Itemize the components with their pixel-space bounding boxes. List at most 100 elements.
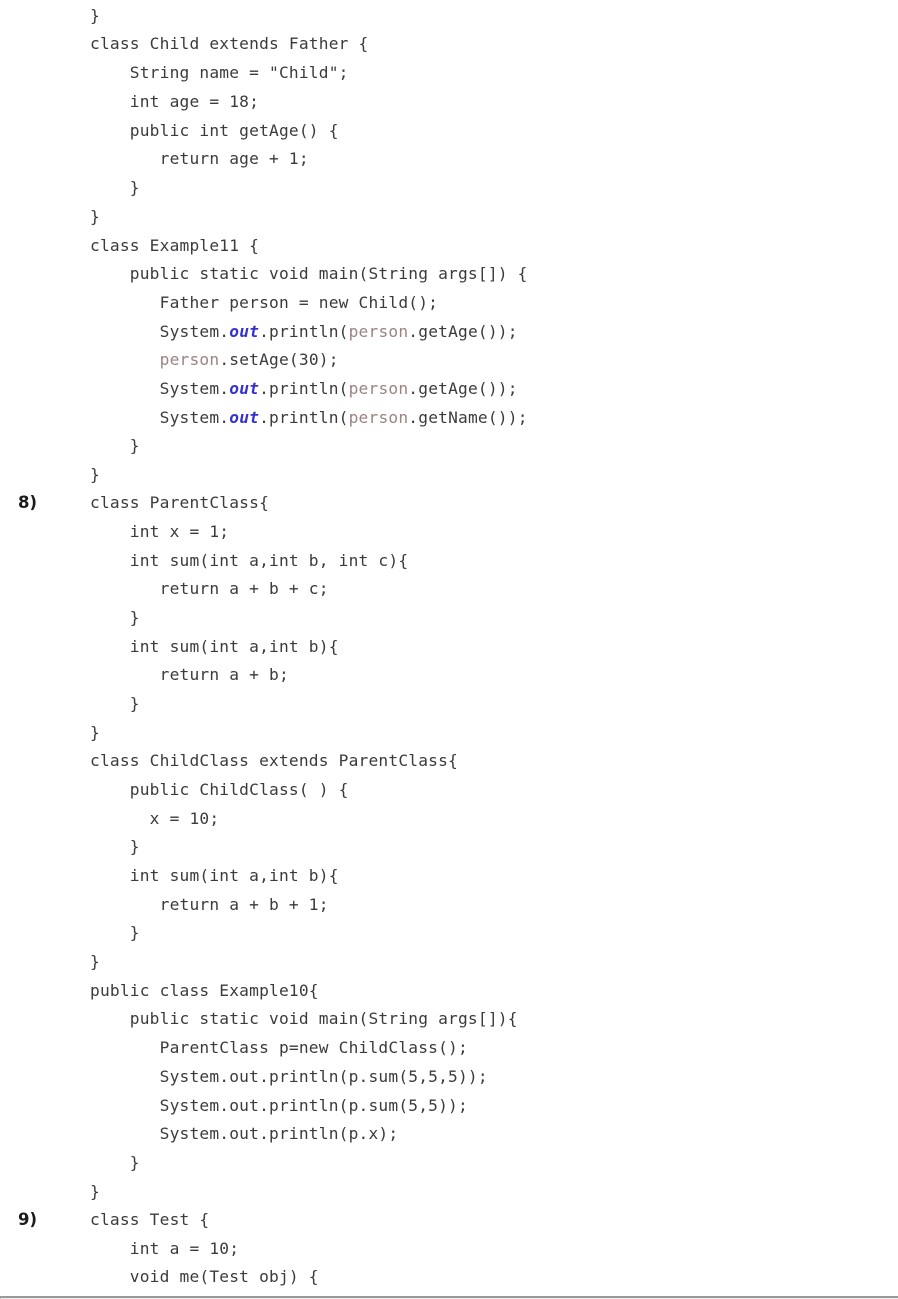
code-line: } — [0, 948, 898, 977]
code-line-text: x = 10; — [90, 809, 220, 828]
question-number-q9: 9) — [18, 1210, 38, 1229]
code-line-text: System.out.println(person.getAge()); — [90, 318, 518, 347]
code-line-text: } — [90, 6, 100, 25]
code-line: int a = 10; — [0, 1235, 898, 1264]
code-line: } — [0, 690, 898, 719]
code-line: System.out.println(person.getAge()); — [0, 318, 898, 347]
code-line: x = 10; — [0, 805, 898, 834]
code-line-text: return age + 1; — [90, 149, 309, 168]
code-line-text: } — [90, 178, 140, 197]
code-line-text: class Example11 { — [90, 236, 260, 255]
code-line-text: } — [90, 952, 100, 971]
code-line: int x = 1; — [0, 518, 898, 547]
code-line: } — [0, 461, 898, 490]
code-line: System.out.println(person.getAge()); — [0, 375, 898, 404]
code-line-text: void me(Test obj) { — [90, 1267, 319, 1286]
code-line-text: } — [90, 465, 100, 484]
code-token-var: person — [348, 379, 409, 398]
code-token-var: person — [348, 408, 409, 427]
code-token-field: out — [229, 379, 260, 398]
code-line: Father person = new Child(); — [0, 289, 898, 318]
code-line-text: public int getAge() { — [90, 121, 339, 140]
code-line-text: class Child extends Father { — [90, 34, 369, 53]
code-line: } — [0, 719, 898, 748]
code-line-text: public ChildClass( ) { — [90, 780, 349, 799]
code-line-text: System.out.println(person.getName()); — [90, 404, 528, 433]
code-line: } — [0, 2, 898, 31]
code-line-text: } — [90, 1153, 140, 1172]
code-line: return age + 1; — [0, 145, 898, 174]
code-token-default: System. — [90, 322, 230, 341]
code-line: int sum(int a,int b){ — [0, 633, 898, 662]
code-line-text: } — [90, 694, 140, 713]
code-line-text: int sum(int a,int b, int c){ — [90, 551, 409, 570]
code-line-text: } — [90, 608, 140, 627]
code-line: } — [0, 1178, 898, 1207]
code-line-text: System.out.println(p.sum(5,5,5)); — [90, 1067, 488, 1086]
code-line: } — [0, 174, 898, 203]
code-token-var: person — [159, 350, 220, 369]
code-line: } — [0, 1149, 898, 1178]
code-token-default: .getAge()); — [408, 322, 518, 341]
code-line: public static void main(String args[]){ — [0, 1005, 898, 1034]
code-line-text: } — [90, 207, 100, 226]
document-page: } class Child extends Father { String nam… — [0, 0, 898, 1299]
code-line-text: String name = "Child"; — [90, 63, 349, 82]
code-line-text: } — [90, 436, 140, 455]
code-line: System.out.println(p.x); — [0, 1120, 898, 1149]
code-line: void me(Test obj) { — [0, 1263, 898, 1292]
code-line-text: public class Example10{ — [90, 981, 319, 1000]
code-line: person.setAge(30); — [0, 346, 898, 375]
code-line-text: System.out.println(p.x); — [90, 1124, 399, 1143]
code-token-field: out — [229, 322, 260, 341]
code-line: String name = "Child"; — [0, 59, 898, 88]
code-line-text: int sum(int a,int b){ — [90, 637, 339, 656]
code-token-default: System. — [90, 408, 230, 427]
code-line: ParentClass p=new ChildClass(); — [0, 1034, 898, 1063]
code-line-text: public static void main(String args[]) { — [90, 264, 528, 283]
code-line: public ChildClass( ) { — [0, 776, 898, 805]
code-line-text: } — [90, 923, 140, 942]
code-line: public static void main(String args[]) { — [0, 260, 898, 289]
code-token-default: .getAge()); — [408, 379, 518, 398]
code-line: } — [0, 432, 898, 461]
code-token-var: person — [348, 322, 409, 341]
code-line-text: class ChildClass extends ParentClass{ — [90, 751, 458, 770]
code-line-text: } — [90, 837, 140, 856]
code-line-text: ParentClass p=new ChildClass(); — [90, 1038, 468, 1057]
code-token-default: .println( — [259, 379, 349, 398]
code-line: class ChildClass extends ParentClass{ — [0, 747, 898, 776]
code-line-text: int sum(int a,int b){ — [90, 866, 339, 885]
code-token-field: out — [229, 408, 260, 427]
code-line-text: class Test { — [90, 1210, 210, 1229]
code-line: return a + b + c; — [0, 575, 898, 604]
code-line: public class Example10{ — [0, 977, 898, 1006]
code-token-default: .setAge(30); — [219, 350, 339, 369]
code-line: return a + b + 1; — [0, 891, 898, 920]
code-token-default: System. — [90, 379, 230, 398]
code-line-text: public static void main(String args[]){ — [90, 1009, 518, 1028]
code-token-default: .println( — [259, 408, 349, 427]
code-line: } — [0, 833, 898, 862]
code-line-text: System.out.println(p.sum(5,5)); — [90, 1096, 468, 1115]
code-line-text: return a + b; — [90, 665, 289, 684]
code-line-text: person.setAge(30); — [90, 346, 339, 375]
code-line-text: return a + b + c; — [90, 579, 329, 598]
code-line-text: } — [90, 723, 100, 742]
code-line: } — [0, 203, 898, 232]
code-line: System.out.println(p.sum(5,5,5)); — [0, 1063, 898, 1092]
code-line: int age = 18; — [0, 88, 898, 117]
code-line-text: Father person = new Child(); — [90, 293, 439, 312]
code-line: } — [0, 604, 898, 633]
code-line: class Example11 { — [0, 232, 898, 261]
code-token-default: .println( — [259, 322, 349, 341]
code-line: return a + b; — [0, 661, 898, 690]
code-line-text: class ParentClass{ — [90, 493, 270, 512]
code-line-text: int a = 10; — [90, 1239, 240, 1258]
code-line-text: } — [90, 1182, 100, 1201]
code-line: } — [0, 919, 898, 948]
code-line: System.out.println(p.sum(5,5)); — [0, 1092, 898, 1121]
code-line: public int getAge() { — [0, 117, 898, 146]
code-line-text: int age = 18; — [90, 92, 260, 111]
code-token-default — [90, 350, 160, 369]
